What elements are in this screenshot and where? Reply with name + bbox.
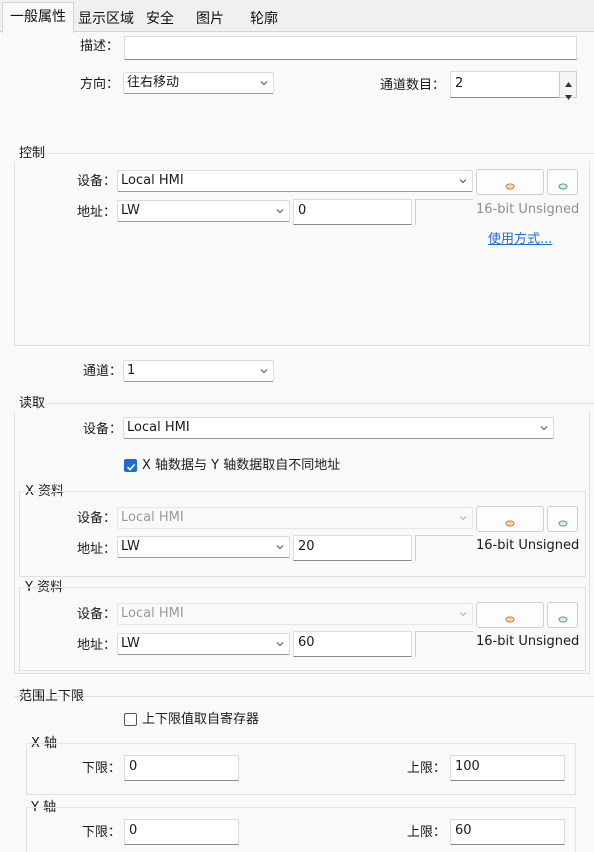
control-device-settings-button[interactable]: [476, 169, 544, 195]
x-data-type: 16-bit Unsigned: [476, 538, 580, 553]
channel-select[interactable]: 1: [123, 360, 274, 382]
settings-icon: [505, 179, 515, 190]
range-divider: [14, 696, 594, 697]
chevron-down-icon: [459, 177, 467, 185]
control-address-index-box: [415, 199, 473, 225]
y-data-group: [19, 587, 586, 671]
read-device-label: 设备：: [83, 422, 123, 437]
chevron-down-icon: [276, 207, 284, 215]
y-address-type-value: LW: [121, 636, 140, 651]
refresh-icon: [558, 516, 568, 527]
control-device-refresh-button[interactable]: [547, 169, 578, 195]
y-device-value: Local HMI: [121, 606, 184, 621]
channel-select-value: 1: [127, 363, 136, 378]
channel-count-spinner[interactable]: [559, 71, 577, 100]
y-device-settings-button[interactable]: [476, 602, 544, 628]
y-low-label: 下限：: [82, 825, 122, 840]
y-address-index-box: [415, 631, 473, 657]
y-device-refresh-button[interactable]: [547, 602, 578, 628]
tab-picture[interactable]: 图片: [190, 5, 230, 33]
y-address-type-select[interactable]: LW: [117, 633, 290, 655]
x-address-type-value: LW: [121, 539, 140, 554]
chevron-down-icon: [276, 543, 284, 551]
description-label: 描述：: [80, 39, 120, 54]
tab-bar: 一般属性 显示区域 安全 图片 轮廓: [0, 0, 594, 33]
control-divider: [40, 153, 594, 154]
direction-select[interactable]: 往右移动: [123, 72, 274, 94]
x-address-field[interactable]: 20: [293, 535, 412, 561]
tab-display-area[interactable]: 显示区域: [76, 5, 136, 33]
direction-select-value: 往右移动: [127, 75, 180, 90]
y-data-type: 16-bit Unsigned: [476, 634, 580, 649]
control-address-field[interactable]: 0: [293, 199, 412, 225]
control-address-label: 地址：: [77, 205, 117, 220]
register-limits-label: 上下限值取自寄存器: [142, 712, 260, 727]
checkmark-icon: [126, 461, 136, 476]
tab-general[interactable]: 一般属性: [2, 2, 74, 33]
read-device-value: Local HMI: [127, 420, 190, 435]
tab-outline[interactable]: 轮廓: [244, 5, 284, 33]
y-address-field[interactable]: 60: [293, 631, 412, 657]
x-address-type-select[interactable]: LW: [117, 536, 290, 558]
y-high-field[interactable]: 60: [450, 819, 565, 845]
description-field[interactable]: [124, 36, 577, 60]
x-high-field[interactable]: 100: [450, 755, 565, 781]
control-device-select[interactable]: Local HMI: [117, 170, 473, 192]
control-data-type: 16-bit Unsigned: [476, 202, 580, 217]
x-address-label: 地址：: [77, 542, 117, 557]
x-device-refresh-button[interactable]: [547, 506, 578, 532]
control-address-type-select[interactable]: LW: [117, 200, 290, 222]
x-low-field[interactable]: 0: [124, 755, 239, 781]
settings-icon: [505, 612, 515, 623]
x-device-select: Local HMI: [117, 507, 473, 529]
chevron-down-icon: [260, 79, 268, 87]
read-device-select[interactable]: Local HMI: [123, 417, 554, 439]
direction-label: 方向：: [80, 77, 120, 92]
y-device-label: 设备：: [77, 607, 117, 622]
usage-link[interactable]: 使用方式...: [488, 231, 552, 249]
register-limits-checkbox[interactable]: [124, 713, 137, 726]
chevron-down-icon: [459, 610, 467, 618]
control-section-title: 控制: [19, 146, 46, 161]
x-device-label: 设备：: [77, 511, 117, 526]
chevron-down-icon: [260, 367, 268, 375]
x-device-settings-button[interactable]: [476, 506, 544, 532]
channel-count-field[interactable]: 2: [450, 71, 562, 98]
x-data-group: [19, 491, 586, 577]
refresh-icon: [558, 612, 568, 623]
y-low-field[interactable]: 0: [124, 819, 239, 845]
separate-address-label: X 轴数据与 Y 轴数据取自不同地址: [142, 458, 341, 473]
settings-icon: [505, 516, 515, 527]
refresh-icon: [558, 179, 568, 190]
x-high-label: 上限：: [407, 761, 447, 776]
y-high-label: 上限：: [407, 825, 447, 840]
x-device-value: Local HMI: [121, 510, 184, 525]
y-device-select: Local HMI: [117, 603, 473, 625]
range-section-title: 范围上下限: [19, 689, 85, 704]
channel-count-label: 通道数目：: [380, 78, 446, 93]
read-divider: [45, 403, 594, 404]
separate-address-checkbox[interactable]: [124, 459, 137, 472]
chevron-down-icon: [276, 640, 284, 648]
control-device-value: Local HMI: [121, 173, 184, 188]
x-low-label: 下限：: [82, 761, 122, 776]
control-device-label: 设备：: [77, 174, 117, 189]
control-address-type-value: LW: [121, 203, 140, 218]
chevron-down-icon: [459, 514, 467, 522]
spin-down-icon[interactable]: [565, 89, 572, 104]
read-section-title: 读取: [19, 396, 46, 411]
x-address-index-box: [415, 535, 473, 561]
channel-label: 通道：: [83, 364, 123, 379]
y-address-label: 地址：: [77, 638, 117, 653]
chevron-down-icon: [540, 424, 548, 432]
tab-security[interactable]: 安全: [140, 5, 180, 33]
